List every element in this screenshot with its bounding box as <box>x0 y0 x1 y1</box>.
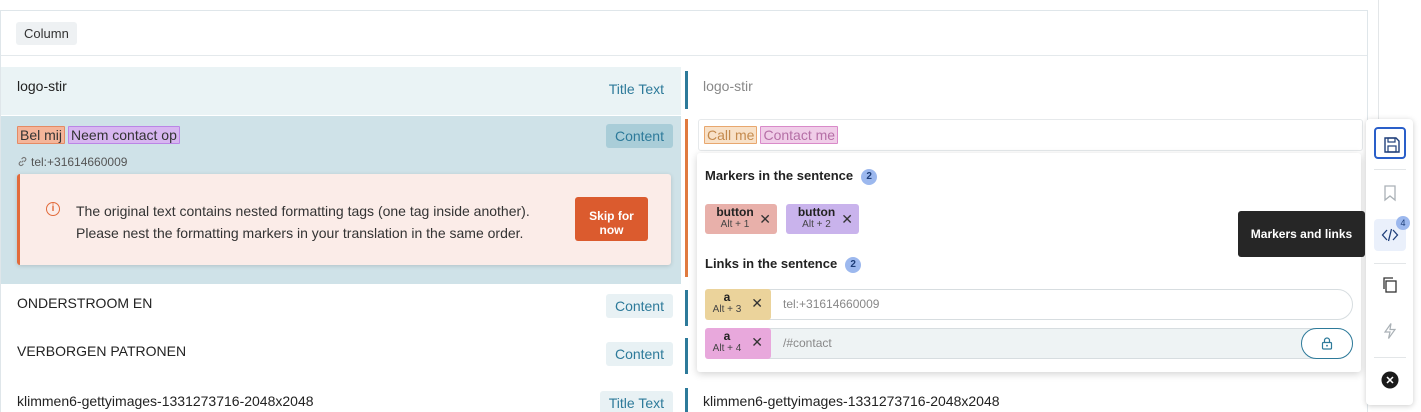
source-link-text: tel:+31614660009 <box>31 155 128 169</box>
source-text: VERBORGEN PATRONEN <box>17 343 187 359</box>
markers-links-tooltip: Markers and links <box>1238 211 1365 257</box>
toolbar-divider <box>1374 169 1406 170</box>
type-label: Title Text <box>608 81 664 97</box>
target-tags: Call me Contact me <box>704 126 841 144</box>
markers-links-button[interactable]: 4 <box>1374 216 1410 251</box>
source-cell: klimmen6-gettyimages-1331273716-2048x204… <box>1 380 681 412</box>
table-row[interactable]: logo-stir Title Text logo-stir <box>1 67 1367 115</box>
target-input[interactable]: logo-stir <box>698 71 1363 102</box>
lock-icon <box>1321 337 1333 350</box>
column-label: Column <box>16 22 77 45</box>
lock-button[interactable] <box>1301 328 1353 359</box>
close-icon[interactable]: ✕ <box>751 334 763 351</box>
close-button[interactable] <box>1374 364 1406 396</box>
link-url: /#contact <box>783 336 832 350</box>
markers-title: Markers in the sentence 2 <box>705 168 878 185</box>
info-icon: i <box>46 202 60 216</box>
source-cell: VERBORGEN PATRONEN Content <box>1 332 681 380</box>
source-cell: Bel mij Neem contact op tel:+31614660009 … <box>1 116 681 284</box>
close-icon[interactable]: ✕ <box>841 211 853 228</box>
link-row-2[interactable]: a Alt + 4 ✕ /#contact <box>705 328 1353 359</box>
link-icon <box>18 156 27 167</box>
target-input[interactable]: Call me Contact me <box>698 119 1363 151</box>
row-divider <box>685 71 688 109</box>
source-text: klimmen6-gettyimages-1331273716-2048x204… <box>17 393 314 409</box>
row-divider <box>685 388 688 412</box>
toolbar-divider <box>1374 357 1406 358</box>
row-divider <box>685 338 688 374</box>
marker-chip-2[interactable]: button Alt + 2 ✕ <box>786 204 859 234</box>
link-chip-2[interactable]: a Alt + 4 ✕ <box>705 328 771 359</box>
code-icon <box>1381 228 1399 242</box>
nesting-alert: i The original text contains nested form… <box>17 174 671 265</box>
side-toolbar: 4 <box>1366 119 1413 405</box>
save-button[interactable] <box>1374 127 1406 159</box>
target-tag-2[interactable]: Contact me <box>760 126 839 144</box>
target-text: logo-stir <box>703 78 753 94</box>
close-icon[interactable]: ✕ <box>751 295 763 312</box>
close-circle-icon <box>1381 371 1399 389</box>
bookmark-icon <box>1384 185 1396 202</box>
machine-translate-button[interactable] <box>1374 315 1406 347</box>
close-icon[interactable]: ✕ <box>759 211 771 228</box>
source-cell: ONDERSTROOM EN Content <box>1 284 681 332</box>
type-label: Content <box>605 342 673 366</box>
row-divider <box>685 119 688 277</box>
source-tags: Bel mij Neem contact op <box>17 126 183 144</box>
alert-message: The original text contains nested format… <box>76 203 530 241</box>
scrollbar[interactable] <box>1378 0 1394 120</box>
save-icon <box>1384 137 1400 153</box>
source-tag-1: Bel mij <box>17 126 66 144</box>
row-divider <box>685 290 688 326</box>
marker-chip-1[interactable]: button Alt + 1 ✕ <box>705 204 777 234</box>
markers-links-popup: Markers in the sentence 2 button Alt + 1 … <box>697 153 1361 372</box>
table-row[interactable]: klimmen6-gettyimages-1331273716-2048x204… <box>1 380 1367 412</box>
type-label: Content <box>605 124 673 148</box>
target-tag-1[interactable]: Call me <box>704 126 758 144</box>
skip-for-now-button[interactable]: Skip for now <box>575 197 648 241</box>
markers-count-badge: 2 <box>861 169 878 185</box>
link-url: tel:+31614660009 <box>783 297 880 311</box>
source-link: tel:+31614660009 <box>17 155 127 169</box>
source-text: logo-stir <box>17 78 67 94</box>
link-chip-1[interactable]: a Alt + 3 ✕ <box>705 289 771 320</box>
links-title: Links in the sentence 2 <box>705 256 862 273</box>
source-cell: logo-stir Title Text <box>1 67 681 115</box>
copy-source-button[interactable] <box>1374 269 1406 301</box>
target-text: klimmen6-gettyimages-1331273716-2048x204… <box>703 393 1000 409</box>
bookmark-button[interactable] <box>1374 177 1406 209</box>
toolbar-divider <box>1374 263 1406 264</box>
markers-count-badge: 4 <box>1396 216 1410 230</box>
type-label: Content <box>605 294 673 318</box>
source-text: ONDERSTROOM EN <box>17 295 153 311</box>
source-tag-2: Neem contact op <box>68 126 180 144</box>
type-label: Title Text <box>599 391 673 412</box>
links-count-badge: 2 <box>845 257 862 273</box>
copy-icon <box>1383 277 1397 293</box>
link-row-1[interactable]: a Alt + 3 ✕ tel:+31614660009 <box>705 289 1353 320</box>
column-header: Column <box>1 11 1367 56</box>
lightning-icon <box>1383 323 1397 339</box>
